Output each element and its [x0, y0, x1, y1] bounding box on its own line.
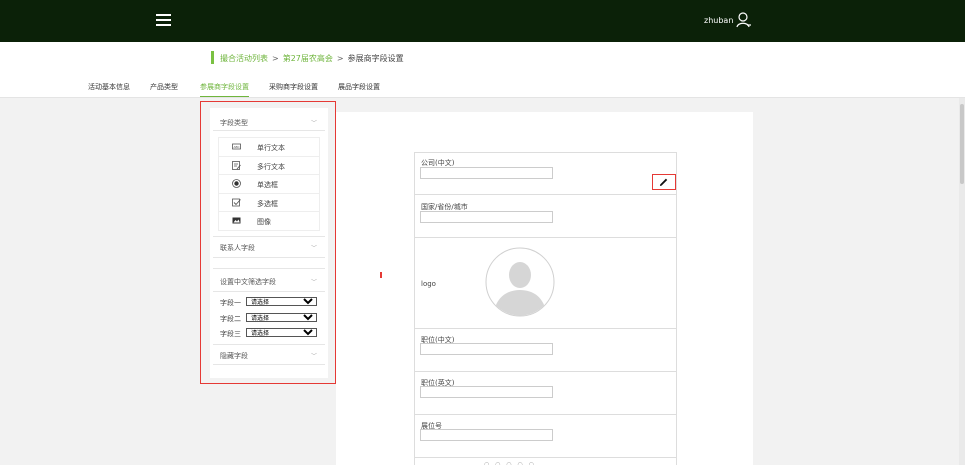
checkbox-icon	[232, 198, 241, 207]
chevron-down-icon[interactable]: ﹀	[311, 243, 317, 252]
breadcrumb-expo[interactable]: 第27届农高会	[283, 54, 333, 63]
field-type-label: 单行文本	[257, 144, 285, 152]
tab-product-type[interactable]: 产品类型	[150, 82, 178, 96]
chevron-down-icon[interactable]: ﹀	[311, 277, 317, 286]
svg-text:ABC: ABC	[234, 145, 240, 149]
form-preview: 公司(中文) 国家/省份/城市 logo 职位(中文) 职位(英文) 展位号	[414, 152, 677, 465]
field-type-label: 多行文本	[257, 162, 285, 171]
field-type-multi-text[interactable]: 多行文本	[218, 156, 320, 176]
form-field-position-cn[interactable]: 职位(中文)	[415, 329, 676, 372]
divider	[213, 364, 325, 365]
divider	[213, 344, 325, 345]
divider	[213, 236, 325, 237]
user-icon[interactable]	[736, 12, 752, 28]
form-field-label: logo	[421, 280, 436, 288]
tab-activity-info[interactable]: 活动基本信息	[88, 82, 130, 96]
top-bar: zhuban	[0, 0, 965, 42]
field-type-label: 多选框	[257, 199, 278, 208]
breadcrumb: 撮合活动列表 > 第27届农高会 > 参展商字段设置	[220, 53, 404, 64]
filter-label: 字段二	[220, 315, 241, 323]
scrollbar-thumb[interactable]	[960, 104, 964, 184]
filter-select-1[interactable]: 请选择	[246, 297, 317, 306]
divider	[213, 268, 325, 269]
radio-icon	[232, 179, 241, 189]
divider	[213, 291, 325, 292]
tab-exhibit-fields[interactable]: 展品字段设置	[338, 82, 380, 96]
breadcrumb-current: 参展商字段设置	[347, 54, 404, 63]
filter-label: 字段一	[220, 299, 241, 307]
company-input[interactable]	[420, 167, 553, 179]
chevron-down-icon[interactable]: ﹀	[311, 351, 317, 360]
breadcrumb-separator: >	[336, 54, 344, 63]
partial-options-row: ○ ○ ○ ○ ○	[484, 461, 536, 465]
form-field-booth[interactable]: 展位号	[415, 415, 676, 458]
image-icon	[232, 217, 241, 224]
menu-icon[interactable]	[156, 13, 171, 27]
field-type-list: ABC 单行文本 多行文本 单选框 多选框 图像	[218, 137, 320, 231]
section-contact-fields[interactable]: 联系人字段	[220, 243, 255, 253]
position-en-input[interactable]	[420, 386, 553, 398]
booth-input[interactable]	[420, 429, 553, 441]
field-type-label: 图像	[257, 218, 271, 227]
section-field-types[interactable]: 字段类型	[220, 118, 248, 128]
field-type-radio[interactable]: 单选框	[218, 175, 320, 194]
position-cn-input[interactable]	[420, 343, 553, 355]
field-type-label: 单选框	[257, 181, 278, 190]
field-type-checkbox[interactable]: 多选框	[218, 193, 320, 213]
section-filter-fields[interactable]: 设置中文筛选字段	[220, 277, 276, 287]
tab-exhibitor-fields[interactable]: 参展商字段设置	[200, 82, 249, 97]
form-field-company[interactable]: 公司(中文)	[415, 153, 676, 195]
edit-button[interactable]	[652, 174, 676, 190]
location-input[interactable]	[420, 211, 553, 223]
username[interactable]: zhuban	[704, 16, 733, 25]
field-type-image[interactable]: 图像	[218, 212, 320, 231]
form-field-location[interactable]: 国家/省份/城市	[415, 195, 676, 238]
breadcrumb-accent	[211, 51, 214, 64]
filter-select-3[interactable]: 请选择	[246, 328, 317, 337]
text-line-icon: ABC	[232, 143, 241, 150]
avatar-placeholder-icon[interactable]	[485, 247, 555, 317]
text-area-icon	[232, 160, 241, 170]
sub-header	[0, 42, 965, 98]
insert-marker	[380, 272, 382, 278]
form-field-position-en[interactable]: 职位(英文)	[415, 372, 676, 415]
breadcrumb-separator: >	[272, 54, 279, 63]
pencil-icon	[659, 178, 668, 187]
section-hidden-fields[interactable]: 隐藏字段	[220, 351, 248, 361]
divider	[213, 257, 325, 258]
field-type-single-text[interactable]: ABC 单行文本	[218, 138, 320, 157]
tab-buyer-fields[interactable]: 采购商字段设置	[269, 82, 318, 96]
breadcrumb-activity-list[interactable]: 撮合活动列表	[220, 54, 268, 63]
divider	[213, 130, 325, 131]
form-field-logo[interactable]: logo	[415, 238, 676, 329]
filter-label: 字段三	[220, 330, 241, 338]
chevron-down-icon[interactable]: ﹀	[311, 118, 317, 127]
filter-select-2[interactable]: 请选择	[246, 313, 317, 322]
